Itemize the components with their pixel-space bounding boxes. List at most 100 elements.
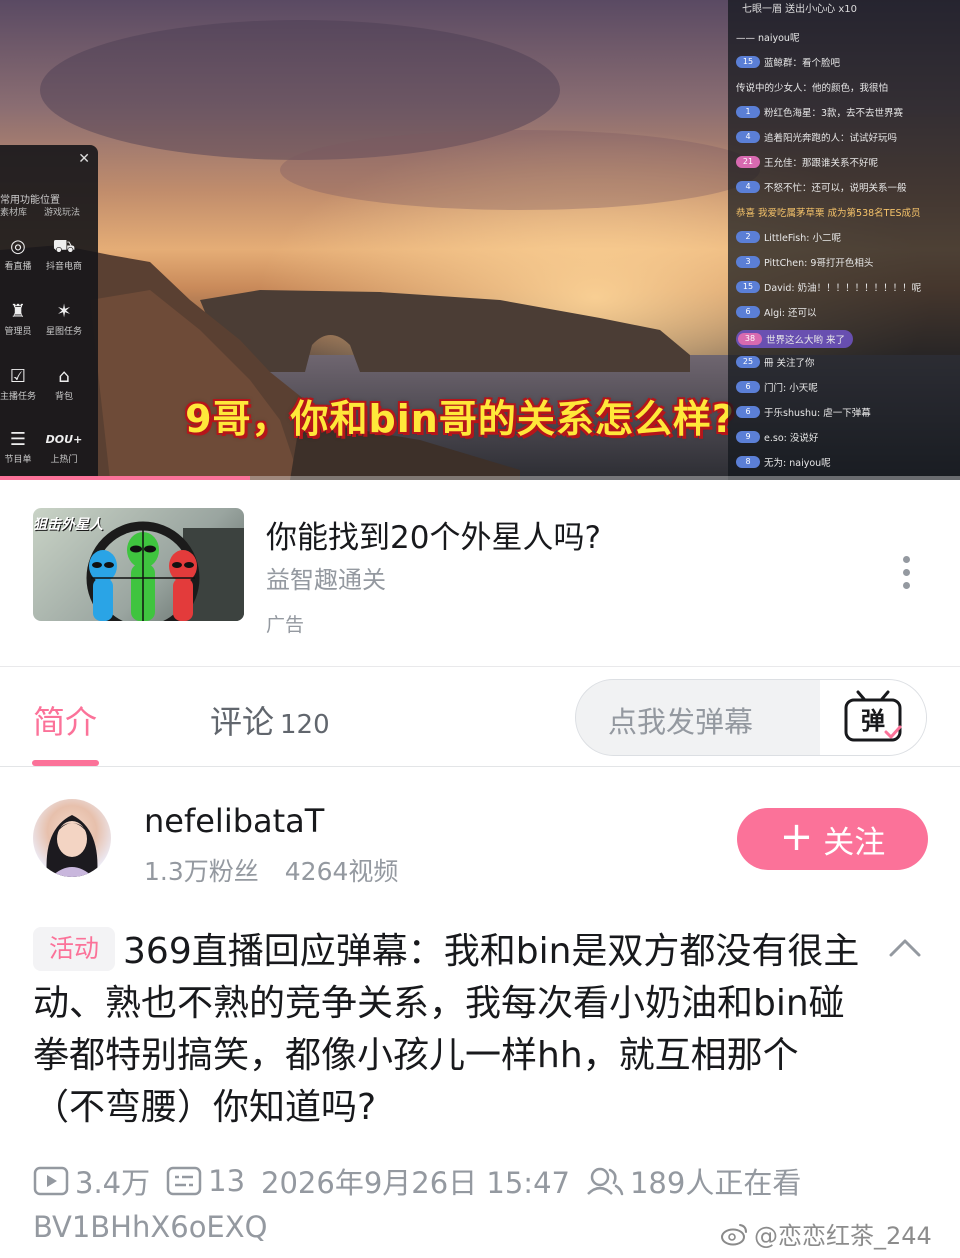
chat-text: David: 奶油！！！！！！！！！！呢	[764, 283, 922, 294]
play-count-value: 3.4万	[75, 1166, 151, 1200]
chat-text: 王允佳：那跟谁关系不好呢	[764, 158, 879, 169]
danmu-icon: 弹	[844, 690, 902, 742]
follow-button[interactable]: + 关注	[737, 808, 928, 870]
ad-thumbnail[interactable]: 狙击外星人	[33, 508, 244, 621]
panel-tool-label: 背包	[54, 392, 73, 402]
panel-tool-0[interactable]: ◎ 看直播	[0, 235, 42, 272]
fan-level-badge: 9	[736, 431, 760, 443]
chat-row: 15 蓝鲸群：看个脸吧	[736, 55, 840, 69]
fan-level-badge: 4	[736, 181, 760, 193]
chat-text: 恭喜 我爱吃属茅草栗 成为第538名TES成员	[736, 208, 921, 219]
fan-level-badge: 3	[736, 256, 760, 268]
panel-tool-2[interactable]: ♜ 管理员	[0, 300, 42, 337]
chat-row: 9 e.so: 没说好	[736, 430, 818, 444]
uploader-name[interactable]: nefelibataT	[144, 802, 324, 840]
fan-level-badge: 4	[736, 131, 760, 143]
chat-row: 6 于乐shushu: 虐一下弹幕	[736, 405, 871, 419]
chat-text: 冊 关注了你	[764, 358, 815, 369]
panel-tool-6[interactable]: ☰ 节目单	[0, 428, 42, 465]
chat-row: 1 粉红色海星：3款，去不去世界赛	[736, 105, 903, 119]
danmaku-chat-column: 七眼一眉 送出小心心 x10 —— naiyou呢 15 蓝鲸群：看个脸吧传说中的少…	[728, 0, 960, 480]
play-count: 3.4万	[33, 1160, 150, 1202]
panel-tool-4[interactable]: ☑ 主播任务	[0, 365, 42, 402]
chat-text: 世界这么大哟 来了	[766, 335, 846, 346]
task-icon: ☑	[9, 366, 27, 387]
danmu-placeholder: 点我发弹幕	[608, 705, 754, 739]
chat-text: —— naiyou呢	[736, 33, 800, 44]
chat-row: —— naiyou呢	[736, 30, 799, 44]
activity-badge[interactable]: 活动	[33, 927, 116, 971]
weibo-icon	[721, 1223, 747, 1245]
video-player[interactable]: 9哥，你和bin哥的关系怎么样? ✕ 常用功能位置 素材库 游戏玩法 ◎ 看直播 ⛟…	[0, 0, 960, 480]
chat-text: 门门: 小天呢	[764, 383, 818, 394]
ad-title[interactable]: 你能找到20个外星人吗?	[266, 512, 601, 557]
panel-tool-3[interactable]: ✶ 星图任务	[40, 300, 88, 337]
panel-tool-label: 主播任务	[0, 392, 36, 402]
video-meta: 3.4万 13 2026年9月26日 15:47 189人正在看	[33, 1160, 817, 1202]
chat-text: 追着阳光奔跑的人：试试好玩吗	[764, 133, 898, 144]
fan-level-badge: 6	[736, 406, 760, 418]
danmu-input[interactable]: 点我发弹幕 弹	[575, 679, 927, 756]
chat-gift-line: 七眼一眉 送出小心心 x10	[742, 4, 857, 15]
uploader-videos: 4264视频	[284, 857, 399, 886]
follow-label: 关注	[823, 824, 886, 861]
uploader-avatar[interactable]	[33, 799, 111, 877]
chevron-up-icon[interactable]	[888, 936, 922, 958]
close-icon[interactable]: ✕	[78, 151, 90, 167]
chat-row: 4 不怒不忙：还可以，说明关系一般	[736, 180, 907, 194]
danmu-icon-text: 弹	[861, 707, 885, 735]
panel-sub-left: 素材库	[0, 208, 28, 218]
chat-row: 6 门门: 小天呢	[736, 380, 818, 394]
star-task-icon: ✶	[56, 301, 72, 322]
fan-level-badge: 6	[736, 381, 760, 393]
chat-text: 粉红色海星：3款，去不去世界赛	[764, 108, 904, 119]
publish-date: 2026年9月26日 15:47	[261, 1166, 570, 1200]
chat-row: 恭喜 我爱吃属茅草栗 成为第538名TES成员	[736, 205, 921, 219]
panel-tool-7[interactable]: DOU+ 上热门	[40, 428, 88, 465]
fan-level-badge: 2	[736, 231, 760, 243]
panel-tool-label: 星图任务	[45, 327, 82, 337]
danmu-list-icon	[166, 1166, 202, 1196]
danmu-toggle-button[interactable]: 弹	[820, 680, 926, 755]
fan-level-badge: 8	[736, 456, 760, 468]
watching-count-value: 189人正在看	[629, 1166, 802, 1200]
panel-tool-1[interactable]: ⛟ 抖音电商	[40, 235, 88, 272]
ad-card[interactable]: 狙击外星人 你能找到20个外星人吗? 益智趣通关 广告	[0, 480, 960, 666]
chat-row: 8 无为: naiyou呢	[736, 455, 831, 469]
panel-tool-5[interactable]: ⌂ 背包	[40, 365, 88, 402]
tab-comments[interactable]: 评论 120	[210, 697, 330, 743]
tab-active-indicator	[32, 760, 99, 766]
chat-text: 于乐shushu: 虐一下弹幕	[764, 408, 871, 419]
chat-row: 15 David: 奶油！！！！！！！！！！呢	[736, 280, 921, 294]
panel-hint: 常用功能位置	[0, 195, 60, 206]
danmu-count-value: 13	[208, 1164, 246, 1198]
panel-tool-label: 看直播	[4, 262, 32, 272]
chat-text: e.so: 没说好	[764, 433, 819, 444]
admin-icon: ♜	[9, 301, 27, 322]
watermark-text: @恋恋红茶_244	[754, 1222, 932, 1250]
chat-row: 2 LittleFish: 小二呢	[736, 230, 841, 244]
panel-tool-label: 节目单	[4, 455, 32, 465]
plus-icon: +	[779, 814, 814, 860]
fan-level-badge: 15	[736, 281, 760, 293]
chat-row: 6 Algi: 还可以	[736, 305, 817, 319]
chat-text: 传说中的少女人：他的颜色，我很怕	[736, 83, 889, 94]
video-subtitle: 9哥，你和bin哥的关系怎么样?	[185, 397, 735, 441]
tab-comments-label: 评论	[210, 703, 275, 741]
chat-row: 21 王允佳：那跟谁关系不好呢	[736, 155, 878, 169]
viewers-icon	[587, 1167, 624, 1196]
panel-tool-label: 抖音电商	[45, 262, 82, 272]
chat-row: 4 追着阳光奔跑的人：试试好玩吗	[736, 130, 897, 144]
fan-level-badge: 38	[738, 333, 762, 345]
panel-tool-label: 管理员	[4, 327, 32, 337]
fan-level-badge: 25	[736, 356, 760, 368]
dou-plus-icon: DOU+	[45, 433, 83, 446]
avatar-image	[46, 815, 98, 877]
chat-text: 不怒不忙：还可以，说明关系一般	[764, 183, 907, 194]
weibo-watermark: @恋恋红茶_244	[720, 1216, 932, 1251]
fan-level-badge: 21	[736, 156, 760, 168]
ad-label: 广告	[266, 614, 305, 636]
panel-tool-label: 上热门	[50, 455, 78, 465]
more-options-icon[interactable]	[896, 556, 916, 596]
tab-intro[interactable]: 简介	[33, 697, 97, 743]
